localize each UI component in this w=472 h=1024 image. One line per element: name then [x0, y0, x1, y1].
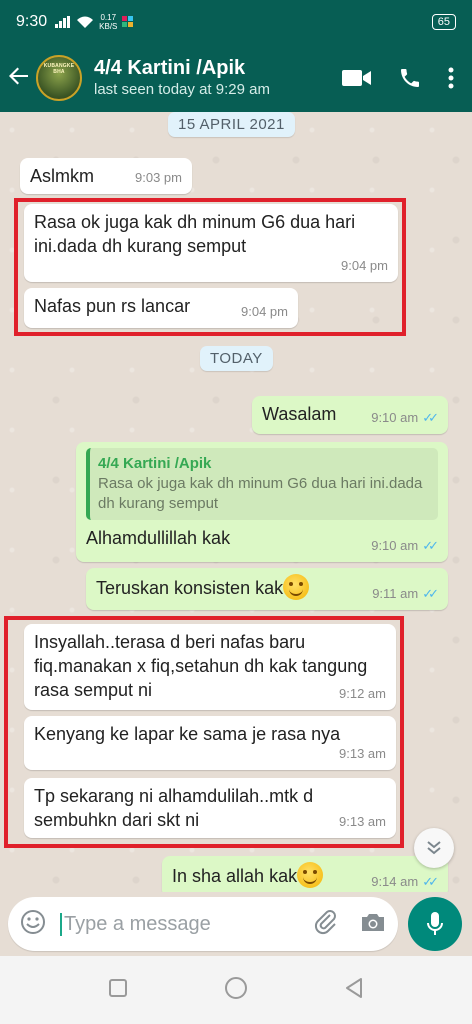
message-text: Insyallah..terasa d beri nafas baru fiq.… [34, 632, 368, 700]
message-time: 9:12 am [339, 686, 386, 701]
message-time: 9:13 am [339, 746, 386, 761]
read-ticks-icon: ✓✓ [422, 410, 439, 425]
message-meta: 9:10 am ✓✓ [371, 534, 439, 558]
outgoing-message[interactable]: 4/4 Kartini /Apik Rasa ok juga kak dh mi… [76, 442, 448, 562]
status-time: 9:30 [16, 13, 48, 30]
message-time: 9:13 am [339, 814, 386, 829]
incoming-message[interactable]: Nafas pun rs lancar 9:04 pm [24, 288, 298, 328]
wifi-icon [77, 16, 94, 28]
attach-icon[interactable] [314, 909, 338, 940]
incoming-message[interactable]: Insyallah..terasa d beri nafas baru fiq.… [24, 624, 396, 710]
message-meta: 9:04 pm [341, 254, 388, 278]
net-speed: 0.17 KB/S [99, 13, 117, 31]
contact-name: 4/4 Kartini /Apik [94, 57, 246, 79]
outgoing-message[interactable]: In sha allah kak 9:14 am ✓✓ [162, 856, 448, 892]
message-time: 9:14 am [371, 874, 419, 889]
video-call-icon[interactable] [342, 68, 372, 88]
message-meta: 9:12 am [339, 682, 386, 706]
incoming-message[interactable]: Rasa ok juga kak dh minum G6 dua hari in… [24, 204, 398, 282]
net-speed-value: 0.17 [100, 13, 117, 22]
header-actions [342, 66, 472, 90]
signal-icon [55, 16, 71, 28]
net-speed-unit: KB/S [99, 22, 118, 31]
system-nav-bar [0, 956, 472, 1024]
scroll-down-button[interactable] [414, 828, 454, 868]
last-seen-status: last seen today at 9:29 am [94, 81, 270, 98]
message-time: 9:10 am [371, 410, 419, 425]
read-ticks-icon: ✓✓ [422, 874, 439, 889]
message-input-container[interactable]: Type a message [8, 897, 398, 951]
message-meta: 9:10 am ✓✓ [371, 406, 439, 430]
message-input[interactable]: Type a message [60, 912, 314, 936]
message-time: 9:04 pm [341, 258, 388, 273]
message-meta: 9:13 am [339, 742, 386, 766]
emoji-icon[interactable] [20, 909, 46, 940]
message-text: Kenyang ke lapar ke sama je rasa nya [34, 724, 341, 744]
status-right: 65 [431, 14, 456, 30]
avatar[interactable]: KUBANGKE BHA [36, 55, 82, 101]
incoming-message[interactable]: Kenyang ke lapar ke sama je rasa nya 9:1… [24, 716, 396, 770]
chat-area[interactable]: 15 APRIL 2021 Aslmkm 9:03 pm Rasa ok jug… [0, 112, 472, 892]
camera-icon[interactable] [360, 911, 386, 938]
message-meta: 9:14 am ✓✓ [371, 870, 439, 892]
message-time: 9:11 am [372, 586, 419, 601]
more-options-icon[interactable] [448, 67, 454, 89]
chat-header: KUBANGKE BHA 4/4 Kartini /Apik last seen… [0, 44, 472, 112]
avatar-text: KUBANGKE BHA [43, 63, 75, 75]
status-left: 9:30 0.17 KB/S [16, 13, 134, 31]
incoming-message[interactable]: Tp sekarang ni alhamdulilah..mtk d sembu… [24, 778, 396, 838]
quoted-message[interactable]: 4/4 Kartini /Apik Rasa ok juga kak dh mi… [86, 448, 438, 520]
incoming-message[interactable]: Aslmkm 9:03 pm [20, 158, 192, 194]
message-text: In sha allah kak [172, 866, 298, 886]
date-chip: TODAY [200, 346, 273, 371]
message-meta: 9:13 am [339, 810, 386, 834]
status-bar: 9:30 0.17 KB/S 65 [0, 0, 472, 44]
voice-call-icon[interactable] [398, 66, 422, 90]
mic-icon [427, 912, 443, 935]
read-ticks-icon: ✓✓ [422, 586, 439, 601]
message-time: 9:10 am [371, 538, 419, 553]
mic-button[interactable] [408, 897, 462, 951]
quoted-text: Rasa ok juga kak dh minum G6 dua hari in… [98, 475, 423, 512]
smiling-face-emoji-icon [283, 574, 310, 600]
chevron-double-down-icon [427, 841, 441, 855]
status-icons: 0.17 KB/S [55, 13, 134, 31]
date-chip: 15 APRIL 2021 [168, 112, 295, 137]
message-text: Teruskan konsisten kak [96, 578, 284, 598]
message-time: 9:03 pm [135, 170, 182, 185]
message-meta: 9:03 pm [135, 166, 182, 190]
message-text: Alhamdullillah kak [86, 528, 231, 548]
message-text: Wasalam [262, 404, 337, 424]
message-text: Aslmkm [30, 166, 94, 186]
message-meta: 9:11 am ✓✓ [372, 582, 439, 606]
message-meta: 9:04 pm [241, 300, 288, 324]
back-nav-icon[interactable] [344, 977, 364, 1004]
message-text: Rasa ok juga kak dh minum G6 dua hari in… [34, 212, 356, 256]
home-icon[interactable] [224, 976, 248, 1005]
outgoing-message[interactable]: Teruskan konsisten kak 9:11 am ✓✓ [86, 568, 448, 610]
grinning-face-emoji-icon [297, 862, 324, 888]
app-notification-icon [122, 16, 134, 27]
input-bar: Type a message [0, 892, 472, 956]
recent-apps-icon[interactable] [108, 978, 128, 1003]
battery-icon: 65 [431, 14, 456, 30]
quoted-sender: 4/4 Kartini /Apik [98, 455, 212, 472]
message-text: Tp sekarang ni alhamdulilah..mtk d sembu… [34, 786, 314, 830]
contact-info[interactable]: 4/4 Kartini /Apik last seen today at 9:2… [94, 56, 342, 100]
read-ticks-icon: ✓✓ [422, 538, 439, 553]
message-text: Nafas pun rs lancar [34, 296, 191, 316]
outgoing-message[interactable]: Wasalam 9:10 am ✓✓ [252, 396, 448, 434]
back-arrow-icon[interactable] [0, 63, 36, 94]
message-time: 9:04 pm [241, 304, 288, 319]
